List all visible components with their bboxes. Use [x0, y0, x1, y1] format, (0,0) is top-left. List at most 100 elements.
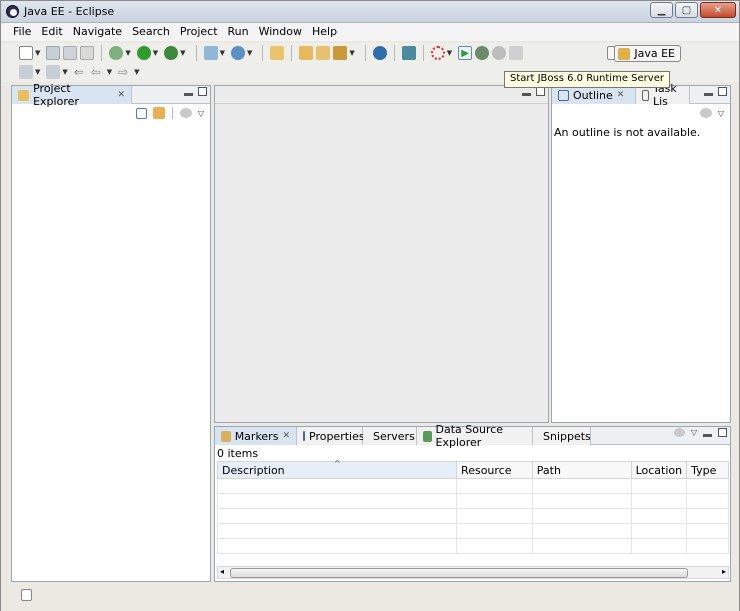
scroll-left-icon[interactable]: ◂ — [220, 567, 224, 576]
start-server-icon[interactable]: ▶ — [458, 46, 473, 60]
start-server-tooltip: Start JBoss 6.0 Runtime Server — [504, 71, 670, 88]
tab-data-source-explorer[interactable]: Data Source Explorer — [417, 423, 533, 449]
minimize-panel-icon[interactable] — [703, 434, 712, 437]
outline-panel: Outline ✕ Task Lis ▽ An outline is not a… — [551, 82, 731, 423]
next-annotation-icon[interactable] — [19, 65, 33, 79]
maximize-panel-icon[interactable] — [718, 428, 727, 437]
maximize-panel-icon[interactable] — [718, 87, 727, 96]
stop-server-icon[interactable] — [492, 46, 507, 60]
tab-markers[interactable]: Markers ✕ — [215, 427, 297, 445]
external-tools-dropdown-icon[interactable]: ▼ — [180, 49, 185, 57]
menu-file[interactable]: File — [9, 23, 37, 41]
data-source-tab-label: Data Source Explorer — [435, 423, 504, 449]
outline-tab-label: Outline — [573, 88, 613, 102]
maximize-editor-icon[interactable] — [536, 87, 545, 96]
minimize-panel-icon[interactable] — [184, 93, 193, 96]
panel-controls — [704, 87, 727, 96]
scroll-right-icon[interactable]: ▸ — [722, 567, 726, 576]
column-label: Resource — [461, 463, 512, 477]
status-bar — [1, 585, 739, 611]
editor-tabbar — [215, 86, 548, 104]
tab-task-list[interactable]: Task Lis — [636, 82, 690, 108]
debug-dropdown-icon[interactable]: ▼ — [125, 49, 130, 57]
back-dropdown-icon[interactable]: ▼ — [107, 68, 112, 76]
last-edit-location-icon[interactable]: ⇐ — [74, 65, 88, 79]
forward-icon[interactable]: ⇨ — [118, 65, 132, 79]
column-resource[interactable]: Resource — [456, 461, 533, 479]
new-server-dropdown-icon[interactable]: ▼ — [220, 49, 225, 57]
save-icon[interactable] — [46, 46, 61, 60]
close-button[interactable]: ✕ — [700, 2, 736, 18]
column-path[interactable]: Path — [531, 461, 632, 479]
scrollbar-thumb[interactable] — [230, 568, 688, 578]
editor-area[interactable] — [214, 85, 549, 423]
search-dropdown-icon[interactable]: ▼ — [349, 49, 354, 57]
horizontal-scrollbar[interactable]: ◂ ▸ — [217, 566, 729, 579]
menu-edit[interactable]: Edit — [37, 23, 68, 41]
sync-icon[interactable] — [699, 108, 712, 118]
close-tab-icon[interactable]: ✕ — [617, 90, 625, 100]
sync-icon[interactable] — [673, 428, 685, 437]
column-type[interactable]: Type — [686, 461, 729, 479]
maximize-button[interactable]: ▢ — [675, 2, 698, 18]
print-icon[interactable] — [80, 46, 95, 60]
tab-servers[interactable]: Servers — [363, 427, 417, 445]
search-tool-icon[interactable] — [333, 46, 348, 60]
jrebel-icon[interactable] — [430, 46, 445, 60]
close-tab-icon[interactable]: ✕ — [282, 431, 290, 441]
menu-search[interactable]: Search — [128, 23, 176, 41]
back-icon[interactable]: ⇦ — [91, 65, 105, 79]
menu-navigate[interactable]: Navigate — [69, 23, 128, 41]
tab-snippets[interactable]: Snippets — [533, 427, 591, 445]
profile-server-icon[interactable] — [509, 46, 524, 60]
maximize-panel-icon[interactable] — [198, 87, 207, 96]
previous-annotation-dropdown-icon[interactable]: ▼ — [62, 68, 67, 76]
save-all-icon[interactable] — [63, 46, 78, 60]
close-tab-icon[interactable]: ✕ — [117, 90, 125, 100]
link-with-editor-icon[interactable] — [152, 107, 165, 119]
column-description[interactable]: Description ^ — [216, 459, 458, 479]
minimize-editor-icon[interactable] — [522, 93, 531, 96]
new-web-service-icon[interactable] — [230, 46, 245, 60]
menu-help[interactable]: Help — [308, 23, 343, 41]
tab-outline[interactable]: Outline ✕ — [552, 86, 636, 104]
menu-project[interactable]: Project — [176, 23, 224, 41]
collapse-all-icon[interactable] — [135, 107, 147, 119]
menu-window[interactable]: Window — [255, 23, 308, 41]
previous-annotation-icon[interactable] — [46, 65, 61, 79]
perspective-java-ee[interactable]: Java EE — [614, 45, 681, 62]
panel-controls — [184, 87, 207, 96]
jrebel-dropdown-icon[interactable]: ▼ — [447, 49, 452, 57]
jboss-tools-icon[interactable] — [401, 46, 416, 60]
new-web-service-dropdown-icon[interactable]: ▼ — [247, 49, 252, 57]
fast-view-icon[interactable] — [21, 589, 32, 601]
run-icon[interactable] — [136, 46, 151, 60]
outline-tabbar: Outline ✕ Task Lis — [552, 82, 730, 108]
forward-dropdown-icon[interactable]: ▼ — [134, 68, 139, 76]
column-location[interactable]: Location — [630, 461, 688, 479]
menu-run[interactable]: Run — [224, 23, 255, 41]
toolbar-separator — [171, 107, 173, 119]
external-tools-icon[interactable] — [164, 46, 179, 60]
debug-icon[interactable] — [109, 46, 124, 60]
debug-server-icon[interactable] — [475, 46, 490, 60]
next-annotation-dropdown-icon[interactable]: ▼ — [35, 68, 40, 76]
open-resource-icon[interactable] — [316, 46, 331, 60]
outline-icon — [558, 89, 569, 101]
tab-project-explorer[interactable]: Project Explorer ✕ — [12, 82, 132, 108]
sync-icon[interactable] — [179, 108, 192, 118]
view-menu-icon[interactable]: ▽ — [198, 109, 204, 118]
minimize-button[interactable]: ▁ — [650, 2, 673, 18]
browser-globe-icon[interactable] — [372, 46, 387, 60]
new-dropdown-icon[interactable]: ▼ — [35, 49, 40, 57]
run-dropdown-icon[interactable]: ▼ — [153, 49, 158, 57]
minimize-panel-icon[interactable] — [704, 93, 713, 96]
new-icon[interactable] — [19, 46, 33, 60]
new-server-icon[interactable] — [203, 46, 218, 60]
column-label: Description — [222, 463, 285, 477]
tab-properties[interactable]: Properties — [297, 427, 365, 445]
view-menu-icon[interactable]: ▽ — [691, 428, 697, 437]
open-type-icon[interactable] — [299, 46, 314, 60]
open-folder-icon[interactable] — [270, 46, 285, 60]
view-menu-icon[interactable]: ▽ — [718, 109, 724, 118]
